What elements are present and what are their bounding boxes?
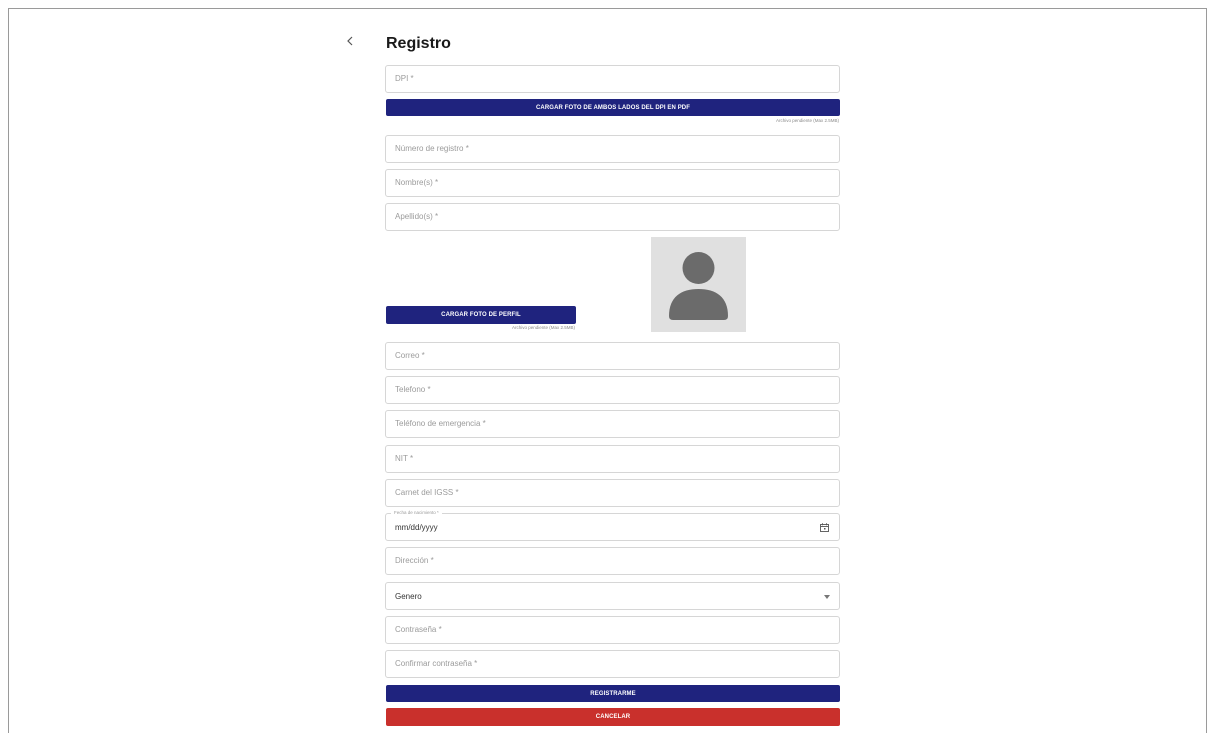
first-name-placeholder: Nombre(s) *	[395, 178, 439, 187]
email-field[interactable]: Correo *	[385, 342, 840, 370]
gender-select-value: Genero	[395, 592, 422, 601]
nit-field[interactable]: NIT *	[385, 445, 840, 473]
phone-placeholder: Telefono *	[395, 385, 431, 394]
password-field[interactable]: Contraseña *	[385, 616, 840, 644]
confirm-password-field[interactable]: Confirmar contraseña *	[385, 650, 840, 678]
birth-date-value: mm/dd/yyyy	[395, 523, 438, 532]
dpi-file-hint: Archivo pendiente (Max 2.5MB)	[775, 118, 839, 123]
first-name-field[interactable]: Nombre(s) *	[385, 169, 840, 197]
last-name-placeholder: Apellido(s) *	[395, 212, 439, 221]
emergency-phone-placeholder: Teléfono de emergencia *	[395, 419, 486, 428]
dpi-placeholder: DPI *	[395, 74, 414, 83]
phone-field[interactable]: Telefono *	[385, 376, 840, 404]
password-placeholder: Contraseña *	[395, 625, 442, 634]
cancel-button[interactable]: CANCELAR	[386, 708, 840, 726]
emergency-phone-field[interactable]: Teléfono de emergencia *	[385, 410, 840, 438]
registration-number-field[interactable]: Número de registro *	[385, 135, 840, 163]
calendar-icon[interactable]	[820, 523, 829, 532]
birth-date-field[interactable]: Fecha de nacimiento * mm/dd/yyyy	[385, 510, 840, 541]
page-title: Registro	[386, 35, 451, 52]
address-field[interactable]: Dirección *	[385, 547, 840, 575]
caret-down-icon	[824, 595, 830, 599]
last-name-field[interactable]: Apellido(s) *	[385, 203, 840, 231]
user-silhouette-icon	[669, 252, 728, 320]
profile-file-hint: Archivo pendiente (Max 2.5MB)	[511, 325, 575, 330]
igss-card-field[interactable]: Carnet del IGSS *	[385, 479, 840, 507]
upload-dpi-button[interactable]: CARGAR FOTO DE AMBOS LADOS DEL DPI EN PD…	[386, 99, 840, 116]
igss-card-placeholder: Carnet del IGSS *	[395, 488, 459, 497]
register-button[interactable]: REGISTRARME	[386, 685, 840, 702]
upload-profile-photo-button[interactable]: CARGAR FOTO DE PERFIL	[386, 306, 576, 324]
nit-placeholder: NIT *	[395, 454, 414, 463]
gender-select[interactable]: Genero	[385, 582, 840, 610]
registration-number-placeholder: Número de registro *	[395, 144, 469, 153]
back-chevron-icon[interactable]	[343, 34, 357, 48]
birth-date-label: Fecha de nacimiento *	[391, 510, 442, 515]
email-placeholder: Correo *	[395, 351, 425, 360]
confirm-password-placeholder: Confirmar contraseña *	[395, 659, 478, 668]
address-placeholder: Dirección *	[395, 556, 434, 565]
dpi-field[interactable]: DPI *	[385, 65, 840, 93]
profile-photo-preview	[651, 237, 746, 332]
